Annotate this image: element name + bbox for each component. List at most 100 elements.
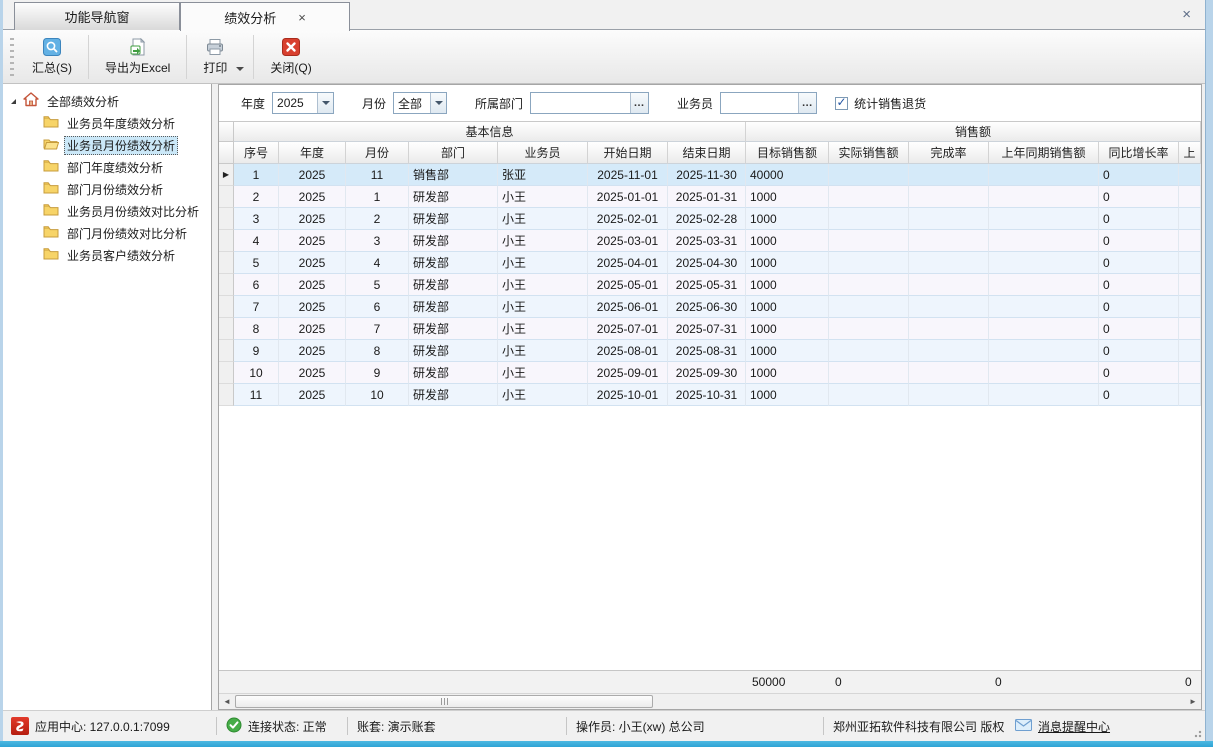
- table-cell[interactable]: 2025-03-31: [668, 230, 746, 252]
- table-cell[interactable]: [989, 186, 1099, 208]
- table-cell[interactable]: 0: [1099, 252, 1179, 274]
- row-header[interactable]: [219, 252, 234, 274]
- table-cell[interactable]: [909, 164, 989, 186]
- table-cell[interactable]: 5: [346, 274, 409, 296]
- table-cell[interactable]: [989, 296, 1099, 318]
- column-header[interactable]: 上年同期销售额: [989, 142, 1099, 164]
- table-row[interactable]: 320252研发部小王2025-02-012025-02-2810000: [219, 208, 1201, 230]
- department-ellipsis-button[interactable]: …: [630, 93, 648, 113]
- table-cell[interactable]: 2025-02-28: [668, 208, 746, 230]
- table-cell[interactable]: 7: [346, 318, 409, 340]
- table-cell[interactable]: 2025-04-01: [588, 252, 668, 274]
- table-cell[interactable]: 7: [234, 296, 279, 318]
- table-cell[interactable]: 小王: [498, 208, 588, 230]
- table-cell[interactable]: 6: [346, 296, 409, 318]
- column-header[interactable]: 年度: [279, 142, 346, 164]
- table-cell[interactable]: 研发部: [409, 362, 498, 384]
- tab-function-nav[interactable]: 功能导航窗: [14, 2, 180, 30]
- column-header[interactable]: 同比增长率: [1099, 142, 1179, 164]
- table-cell[interactable]: 2025: [279, 230, 346, 252]
- table-cell[interactable]: 研发部: [409, 296, 498, 318]
- table-cell[interactable]: [909, 296, 989, 318]
- salesperson-ellipsis-button[interactable]: …: [798, 93, 816, 113]
- table-cell[interactable]: 小王: [498, 384, 588, 406]
- table-cell[interactable]: 2025: [279, 318, 346, 340]
- table-row[interactable]: 520254研发部小王2025-04-012025-04-3010000: [219, 252, 1201, 274]
- table-cell[interactable]: 2: [346, 208, 409, 230]
- month-select-caret[interactable]: [430, 93, 446, 113]
- table-cell[interactable]: [829, 362, 909, 384]
- table-cell[interactable]: 1000: [746, 318, 829, 340]
- table-cell[interactable]: 小王: [498, 318, 588, 340]
- table-cell[interactable]: 2025-10-01: [588, 384, 668, 406]
- table-cell[interactable]: 0: [1099, 230, 1179, 252]
- table-cell[interactable]: [829, 384, 909, 406]
- table-cell[interactable]: 2025-07-31: [668, 318, 746, 340]
- table-cell[interactable]: [909, 362, 989, 384]
- table-row[interactable]: 220251研发部小王2025-01-012025-01-3110000: [219, 186, 1201, 208]
- table-cell[interactable]: [909, 186, 989, 208]
- table-cell[interactable]: 1000: [746, 230, 829, 252]
- tree-expander-icon[interactable]: [11, 99, 16, 104]
- table-cell[interactable]: 2025: [279, 362, 346, 384]
- tab-performance-analysis[interactable]: 绩效分析 ×: [180, 2, 350, 31]
- column-header[interactable]: 实际销售额: [829, 142, 909, 164]
- table-cell[interactable]: 2025-09-30: [668, 362, 746, 384]
- table-cell[interactable]: [989, 252, 1099, 274]
- table-cell[interactable]: [909, 274, 989, 296]
- table-cell[interactable]: 10: [346, 384, 409, 406]
- column-header[interactable]: 结束日期: [668, 142, 746, 164]
- table-cell[interactable]: [1179, 186, 1201, 208]
- table-cell[interactable]: [1179, 384, 1201, 406]
- table-cell[interactable]: [909, 340, 989, 362]
- column-header[interactable]: 目标销售额: [746, 142, 829, 164]
- table-cell[interactable]: 0: [1099, 296, 1179, 318]
- month-select[interactable]: 全部: [393, 92, 447, 114]
- table-cell[interactable]: 1: [234, 164, 279, 186]
- table-cell[interactable]: 0: [1099, 318, 1179, 340]
- table-cell[interactable]: 1000: [746, 274, 829, 296]
- table-cell[interactable]: [1179, 208, 1201, 230]
- sidebar-item[interactable]: 业务员客户绩效分析: [3, 244, 211, 266]
- column-header[interactable]: 业务员: [498, 142, 588, 164]
- table-cell[interactable]: [829, 296, 909, 318]
- export-excel-button[interactable]: 导出为Excel: [92, 33, 183, 81]
- table-cell[interactable]: 2025-08-31: [668, 340, 746, 362]
- sidebar-item[interactable]: 业务员年度绩效分析: [3, 112, 211, 134]
- table-cell[interactable]: [1179, 230, 1201, 252]
- table-cell[interactable]: 0: [1099, 208, 1179, 230]
- table-cell[interactable]: 10: [234, 362, 279, 384]
- table-row[interactable]: 720256研发部小王2025-06-012025-06-3010000: [219, 296, 1201, 318]
- sidebar-root-all-analysis[interactable]: 全部绩效分析: [3, 90, 211, 112]
- print-dropdown-caret-icon[interactable]: [236, 67, 244, 71]
- table-cell[interactable]: 2025-07-01: [588, 318, 668, 340]
- table-cell[interactable]: [909, 208, 989, 230]
- table-cell[interactable]: 研发部: [409, 274, 498, 296]
- table-cell[interactable]: 2025-02-01: [588, 208, 668, 230]
- table-cell[interactable]: 9: [346, 362, 409, 384]
- table-row[interactable]: 1020259研发部小王2025-09-012025-09-3010000: [219, 362, 1201, 384]
- table-cell[interactable]: 1000: [746, 384, 829, 406]
- row-header[interactable]: [219, 362, 234, 384]
- table-cell[interactable]: 小王: [498, 362, 588, 384]
- table-row[interactable]: 820257研发部小王2025-07-012025-07-3110000: [219, 318, 1201, 340]
- column-header[interactable]: 月份: [346, 142, 409, 164]
- table-cell[interactable]: 2025: [279, 274, 346, 296]
- table-cell[interactable]: 1000: [746, 208, 829, 230]
- table-cell[interactable]: 1000: [746, 186, 829, 208]
- table-cell[interactable]: [1179, 164, 1201, 186]
- table-cell[interactable]: 11: [234, 384, 279, 406]
- sidebar-item[interactable]: 业务员月份绩效分析: [3, 134, 211, 156]
- table-cell[interactable]: 1: [346, 186, 409, 208]
- table-cell[interactable]: 2025: [279, 384, 346, 406]
- table-cell[interactable]: 2025-11-30: [668, 164, 746, 186]
- table-cell[interactable]: 3: [234, 208, 279, 230]
- table-cell[interactable]: 研发部: [409, 252, 498, 274]
- table-cell[interactable]: 小王: [498, 186, 588, 208]
- table-cell[interactable]: 4: [346, 252, 409, 274]
- table-cell[interactable]: 研发部: [409, 186, 498, 208]
- table-cell[interactable]: 小王: [498, 274, 588, 296]
- row-header[interactable]: [219, 230, 234, 252]
- table-cell[interactable]: 2025-11-01: [588, 164, 668, 186]
- table-cell[interactable]: [989, 384, 1099, 406]
